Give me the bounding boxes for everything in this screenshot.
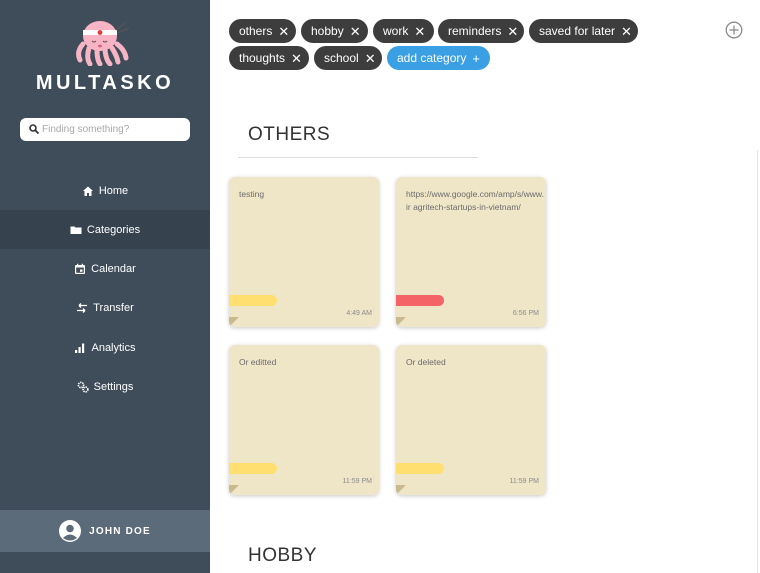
plus-icon: + <box>472 50 480 66</box>
add-category-label: add category <box>397 51 467 65</box>
nav-settings[interactable]: Settings <box>0 367 210 406</box>
category-chip-saved-for-later[interactable]: saved for later ✕ <box>529 19 638 43</box>
nav-transfer-label: Transfer <box>93 301 134 314</box>
close-icon[interactable]: ✕ <box>507 25 518 38</box>
user-name: JOHN DOE <box>89 525 151 537</box>
chip-label: hobby <box>311 24 344 38</box>
nav-analytics-label: Analytics <box>91 341 136 354</box>
note-timestamp: 11:59 PM <box>509 478 539 485</box>
octopus-logo <box>76 21 130 66</box>
chip-label: others <box>239 24 273 38</box>
category-chip-reminders[interactable]: reminders ✕ <box>438 19 524 43</box>
note-fold <box>229 317 239 327</box>
note-text: testing <box>239 189 265 199</box>
nav-calendar[interactable]: Calendar <box>0 249 210 288</box>
user-profile[interactable]: JOHN DOE <box>0 510 210 552</box>
category-chip-thoughts[interactable]: thoughts ✕ <box>229 46 309 70</box>
note-card[interactable]: https://www.google.com/amp/s/www.ir agri… <box>396 177 546 327</box>
note-card[interactable]: testing 4:49 AM <box>229 177 379 327</box>
calendar-icon <box>74 263 86 275</box>
chip-label: school <box>324 51 359 65</box>
nav-categories-label: Categories <box>86 223 141 236</box>
nav-categories[interactable]: Categories <box>0 210 210 249</box>
note-fold <box>229 485 239 495</box>
nav-home[interactable]: Home <box>0 171 210 210</box>
note-text: Or deleted <box>406 357 446 367</box>
search-box[interactable] <box>20 118 190 141</box>
close-icon[interactable]: ✕ <box>365 52 376 65</box>
add-circle-icon[interactable] <box>725 21 743 39</box>
category-chip-school[interactable]: school ✕ <box>314 46 382 70</box>
section-divider <box>238 157 478 158</box>
search-icon <box>29 124 40 135</box>
section-title-hobby: HOBBY <box>248 545 318 566</box>
nav-calendar-label: Calendar <box>91 262 136 275</box>
note-fold <box>396 317 406 327</box>
app-window: MULTASKO Home Categories Calendar <box>0 0 760 573</box>
note-text: https://www.google.com/amp/s/www.ir agri… <box>406 189 544 212</box>
analytics-icon <box>74 342 86 354</box>
note-card[interactable]: Or deleted 11:59 PM <box>396 345 546 495</box>
folder-icon <box>70 224 82 236</box>
category-chip-hobby[interactable]: hobby ✕ <box>301 19 368 43</box>
transfer-icon <box>76 302 88 314</box>
section-title-others: OTHERS <box>248 124 331 145</box>
note-color-tag <box>396 463 444 474</box>
nav-analytics[interactable]: Analytics <box>0 328 210 367</box>
note-color-tag <box>229 463 277 474</box>
close-icon[interactable]: ✕ <box>621 25 632 38</box>
sidebar: MULTASKO Home Categories Calendar <box>0 0 210 573</box>
note-timestamp: 11:59 PM <box>342 478 372 485</box>
note-timestamp: 4:49 AM <box>346 310 372 317</box>
app-brand: MULTASKO <box>35 72 175 94</box>
note-timestamp: 6:56 PM <box>512 310 539 317</box>
chip-label: thoughts <box>239 51 286 65</box>
note-card[interactable]: Or editted 11:59 PM <box>229 345 379 495</box>
scrollbar-track[interactable] <box>757 150 758 573</box>
chip-label: saved for later <box>539 24 616 38</box>
settings-icon <box>77 381 89 393</box>
close-icon[interactable]: ✕ <box>414 25 425 38</box>
chip-label: reminders <box>448 24 502 38</box>
close-icon[interactable]: ✕ <box>291 52 302 65</box>
nav-home-label: Home <box>98 184 129 197</box>
nav-settings-label: Settings <box>93 380 134 393</box>
category-chip-others[interactable]: others ✕ <box>229 19 296 43</box>
note-fold <box>396 485 406 495</box>
note-color-tag <box>396 295 444 306</box>
close-icon[interactable]: ✕ <box>350 25 361 38</box>
add-category-button[interactable]: add category + <box>387 46 490 70</box>
avatar-icon <box>59 520 82 542</box>
nav-transfer[interactable]: Transfer <box>0 288 210 327</box>
category-chip-work[interactable]: work ✕ <box>373 19 434 43</box>
note-color-tag <box>229 295 277 306</box>
chip-label: work <box>383 24 409 38</box>
note-text: Or editted <box>239 357 277 367</box>
search-input[interactable] <box>42 120 184 139</box>
home-icon <box>82 185 94 197</box>
close-icon[interactable]: ✕ <box>278 25 289 38</box>
